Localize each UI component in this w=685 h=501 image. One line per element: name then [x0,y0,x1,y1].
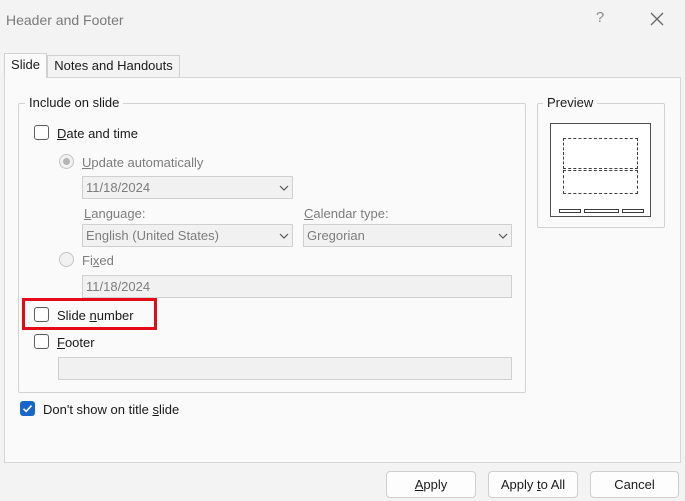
include-on-slide-legend: Include on slide [25,96,124,110]
close-icon[interactable] [648,10,666,28]
language-label: Language: [84,206,146,221]
date-time-label[interactable]: Date and time [57,126,138,142]
cancel-button[interactable]: Cancel [590,471,679,498]
slide-number-highlight [22,298,157,330]
language-value: English (United States) [86,228,219,243]
checkmark-icon [22,405,33,413]
dont-show-on-title-checkbox[interactable] [20,401,35,416]
fixed-date-input[interactable]: 11/18/2024 [82,275,512,298]
chevron-down-icon [279,233,289,239]
language-dropdown[interactable]: English (United States) [82,224,293,247]
footer-checkbox[interactable] [34,334,49,349]
calendar-type-label: Calendar type: [304,206,389,221]
update-automatically-label[interactable]: Update automatically [82,155,203,171]
footer-label[interactable]: Footer [57,335,95,351]
dialog-title: Header and Footer [6,12,124,28]
date-format-dropdown[interactable]: 11/18/2024 [82,176,293,199]
preview-body-placeholder [563,170,638,194]
apply-button[interactable]: Apply [386,471,476,498]
chevron-down-icon [279,185,289,191]
preview-date-placeholder [559,209,581,213]
preview-title-placeholder [563,138,638,169]
preview-footer-placeholder [584,209,619,213]
preview-legend: Preview [543,96,598,110]
slide-preview [550,123,651,217]
fixed-radio[interactable] [59,252,74,267]
calendar-type-dropdown[interactable]: Gregorian [303,224,512,247]
apply-to-all-button[interactable]: Apply to All [488,471,578,498]
help-icon[interactable]: ? [592,9,608,29]
footer-text-input[interactable] [58,357,512,380]
date-time-checkbox[interactable] [34,125,49,140]
update-automatically-radio[interactable] [59,154,74,169]
fixed-label[interactable]: Fixed [82,253,114,269]
tab-notes-and-handouts[interactable]: Notes and Handouts [47,55,180,77]
date-format-value: 11/18/2024 [86,180,151,195]
dont-show-on-title-label[interactable]: Don't show on title slide [43,402,179,418]
tab-slide[interactable]: Slide [4,53,47,78]
preview-number-placeholder [622,209,644,213]
chevron-down-icon [498,233,508,239]
calendar-type-value: Gregorian [307,228,365,243]
